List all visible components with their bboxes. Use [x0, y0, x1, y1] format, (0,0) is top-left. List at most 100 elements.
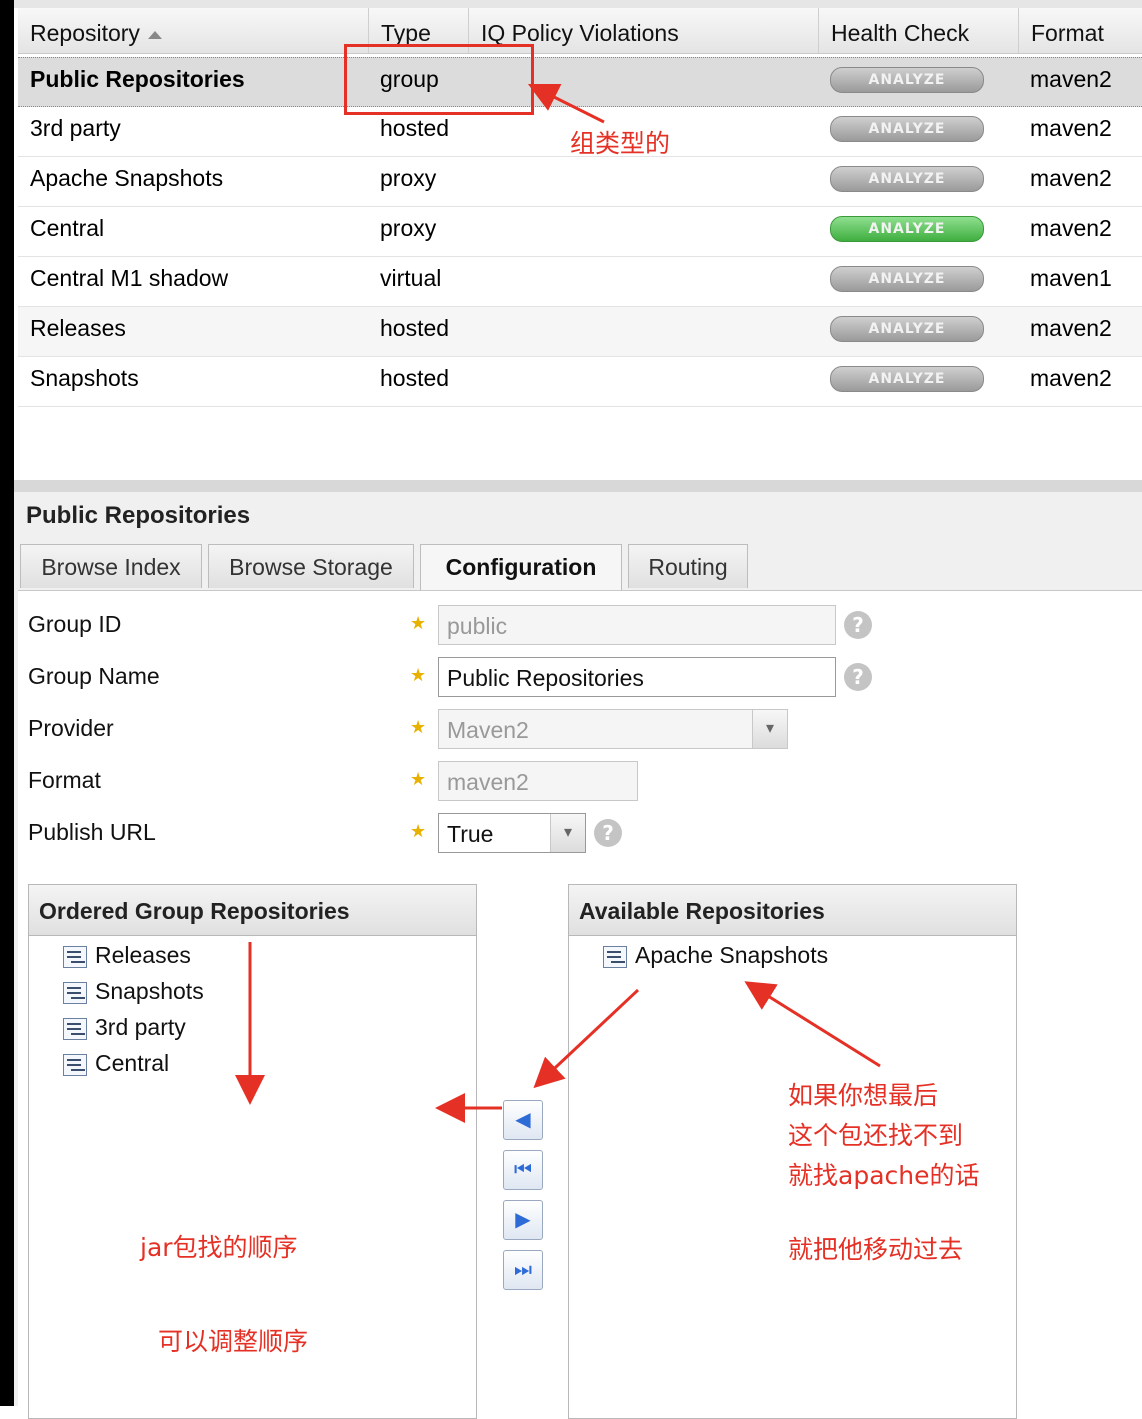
ordered-list-title: Ordered Group Repositories: [29, 885, 476, 936]
tab-browse-index[interactable]: Browse Index: [20, 544, 202, 588]
list-item[interactable]: Apache Snapshots: [603, 937, 828, 973]
analyze-button[interactable]: ANALYZE: [830, 166, 984, 192]
required-star-icon: ★: [410, 613, 427, 633]
repo-name: Central: [30, 215, 105, 241]
repository-icon: [63, 1053, 87, 1076]
configuration-form: Group ID ★ public ? Group Name ★ Public …: [18, 590, 1142, 1419]
provider-value: Maven2: [447, 717, 529, 743]
group-id-label: Group ID: [28, 611, 122, 637]
detail-panel-title: Public Repositories: [26, 502, 251, 529]
repository-icon: [63, 1017, 87, 1040]
detail-panel: Public Repositories Browse Index Browse …: [14, 480, 1142, 1419]
required-star-icon: ★: [410, 717, 427, 737]
list-item[interactable]: Snapshots: [63, 973, 204, 1009]
required-star-icon: ★: [410, 821, 427, 841]
list-item-label: 3rd party: [95, 1014, 186, 1040]
sort-ascending-icon: [147, 30, 162, 39]
annotation-move-it: 就把他移动过去: [788, 1235, 964, 1264]
provider-label: Provider: [28, 715, 114, 741]
repo-name: 3rd party: [30, 115, 121, 141]
list-item[interactable]: Central: [63, 1045, 169, 1081]
column-header-repository[interactable]: Repository: [18, 8, 368, 53]
column-header-repository-label: Repository: [30, 20, 140, 46]
repo-name: Snapshots: [30, 365, 139, 391]
tab-routing[interactable]: Routing: [628, 544, 748, 588]
repository-icon: [603, 945, 627, 968]
move-left-button[interactable]: ◀: [503, 1100, 543, 1140]
move-last-button[interactable]: ⏭: [503, 1250, 543, 1290]
repo-type: hosted: [380, 315, 450, 341]
annotation-jar-order: jar包找的顺序: [140, 1233, 298, 1262]
repo-format: maven2: [1030, 215, 1112, 241]
tab-browse-storage[interactable]: Browse Storage: [208, 544, 414, 588]
repo-format: maven2: [1030, 66, 1112, 92]
repo-format: maven2: [1030, 165, 1112, 191]
arrow-last-icon: ⏭: [514, 1259, 532, 1281]
analyze-button[interactable]: ANALYZE: [830, 216, 984, 242]
analyze-button[interactable]: ANALYZE: [830, 366, 984, 392]
repo-type: proxy: [380, 215, 437, 241]
repo-format: maven2: [1030, 315, 1112, 341]
move-first-button[interactable]: ⏮: [503, 1150, 543, 1190]
list-item-label: Central: [95, 1050, 170, 1076]
help-icon[interactable]: ?: [594, 819, 622, 847]
repo-format: maven2: [1030, 115, 1112, 141]
repo-name: Apache Snapshots: [30, 165, 224, 191]
table-row[interactable]: Central proxy ANALYZE maven2: [18, 207, 1142, 257]
publish-url-value: True: [447, 821, 494, 847]
move-right-button[interactable]: ▶: [503, 1200, 543, 1240]
list-item[interactable]: 3rd party: [63, 1009, 186, 1045]
chevron-down-icon: ▾: [752, 710, 787, 748]
repo-format: maven2: [1030, 365, 1112, 391]
table-row[interactable]: Releases hosted ANALYZE maven2: [18, 307, 1142, 357]
group-name-field[interactable]: Public Repositories: [438, 657, 836, 697]
window-left-edge: [0, 0, 14, 1406]
list-item-label: Apache Snapshots: [635, 942, 829, 968]
help-icon[interactable]: ?: [844, 611, 872, 639]
annotation-adjust-order: 可以调整顺序: [158, 1327, 309, 1356]
repository-icon: [63, 981, 87, 1004]
available-list-title: Available Repositories: [569, 885, 1016, 936]
provider-select: Maven2 ▾: [438, 709, 788, 749]
table-row[interactable]: Apache Snapshots proxy ANALYZE maven2: [18, 157, 1142, 207]
repo-type: virtual: [380, 265, 442, 291]
publish-url-label: Publish URL: [28, 819, 156, 845]
analyze-button[interactable]: ANALYZE: [830, 67, 984, 93]
annotation-note-line1: 如果你想最后: [788, 1081, 939, 1110]
tab-configuration[interactable]: Configuration: [420, 544, 622, 592]
required-star-icon: ★: [410, 769, 427, 789]
publish-url-select[interactable]: True ▾: [438, 813, 586, 853]
grid-header: Repository Type IQ Policy Violations Hea…: [18, 8, 1142, 54]
repository-icon: [63, 945, 87, 968]
annotation-group-type: 组类型的: [570, 129, 671, 158]
group-id-field: public: [438, 605, 836, 645]
annotation-note-line2: 这个包还找不到: [788, 1121, 964, 1150]
table-row[interactable]: Public Repositories group ANALYZE maven2: [18, 57, 1142, 107]
table-row[interactable]: Central M1 shadow virtual ANALYZE maven1: [18, 257, 1142, 307]
group-name-label: Group Name: [28, 663, 160, 689]
analyze-button[interactable]: ANALYZE: [830, 116, 984, 142]
repo-type: proxy: [380, 165, 437, 191]
analyze-button[interactable]: ANALYZE: [830, 266, 984, 292]
format-label: Format: [28, 767, 101, 793]
column-header-health[interactable]: Health Check: [818, 8, 1018, 53]
chevron-down-icon[interactable]: ▾: [550, 814, 585, 852]
repo-name: Central M1 shadow: [30, 265, 229, 291]
repository-grid: Repository Type IQ Policy Violations Hea…: [14, 0, 1142, 480]
repo-name: Public Repositories: [30, 66, 245, 92]
required-star-icon: ★: [410, 665, 427, 685]
repo-type: hosted: [380, 365, 450, 391]
help-icon[interactable]: ?: [844, 663, 872, 691]
annotation-note-line3: 就找apache的话: [788, 1161, 980, 1190]
analyze-button[interactable]: ANALYZE: [830, 316, 984, 342]
repo-name: Releases: [30, 315, 126, 341]
arrow-right-icon: ▶: [515, 1209, 531, 1231]
table-row[interactable]: Snapshots hosted ANALYZE maven2: [18, 357, 1142, 407]
arrow-left-icon: ◀: [515, 1109, 531, 1131]
repo-format: maven1: [1030, 265, 1112, 291]
list-item-label: Releases: [95, 942, 191, 968]
format-field: maven2: [438, 761, 638, 801]
column-header-format[interactable]: Format: [1018, 8, 1142, 53]
arrow-first-icon: ⏮: [514, 1159, 532, 1181]
list-item[interactable]: Releases: [63, 937, 191, 973]
